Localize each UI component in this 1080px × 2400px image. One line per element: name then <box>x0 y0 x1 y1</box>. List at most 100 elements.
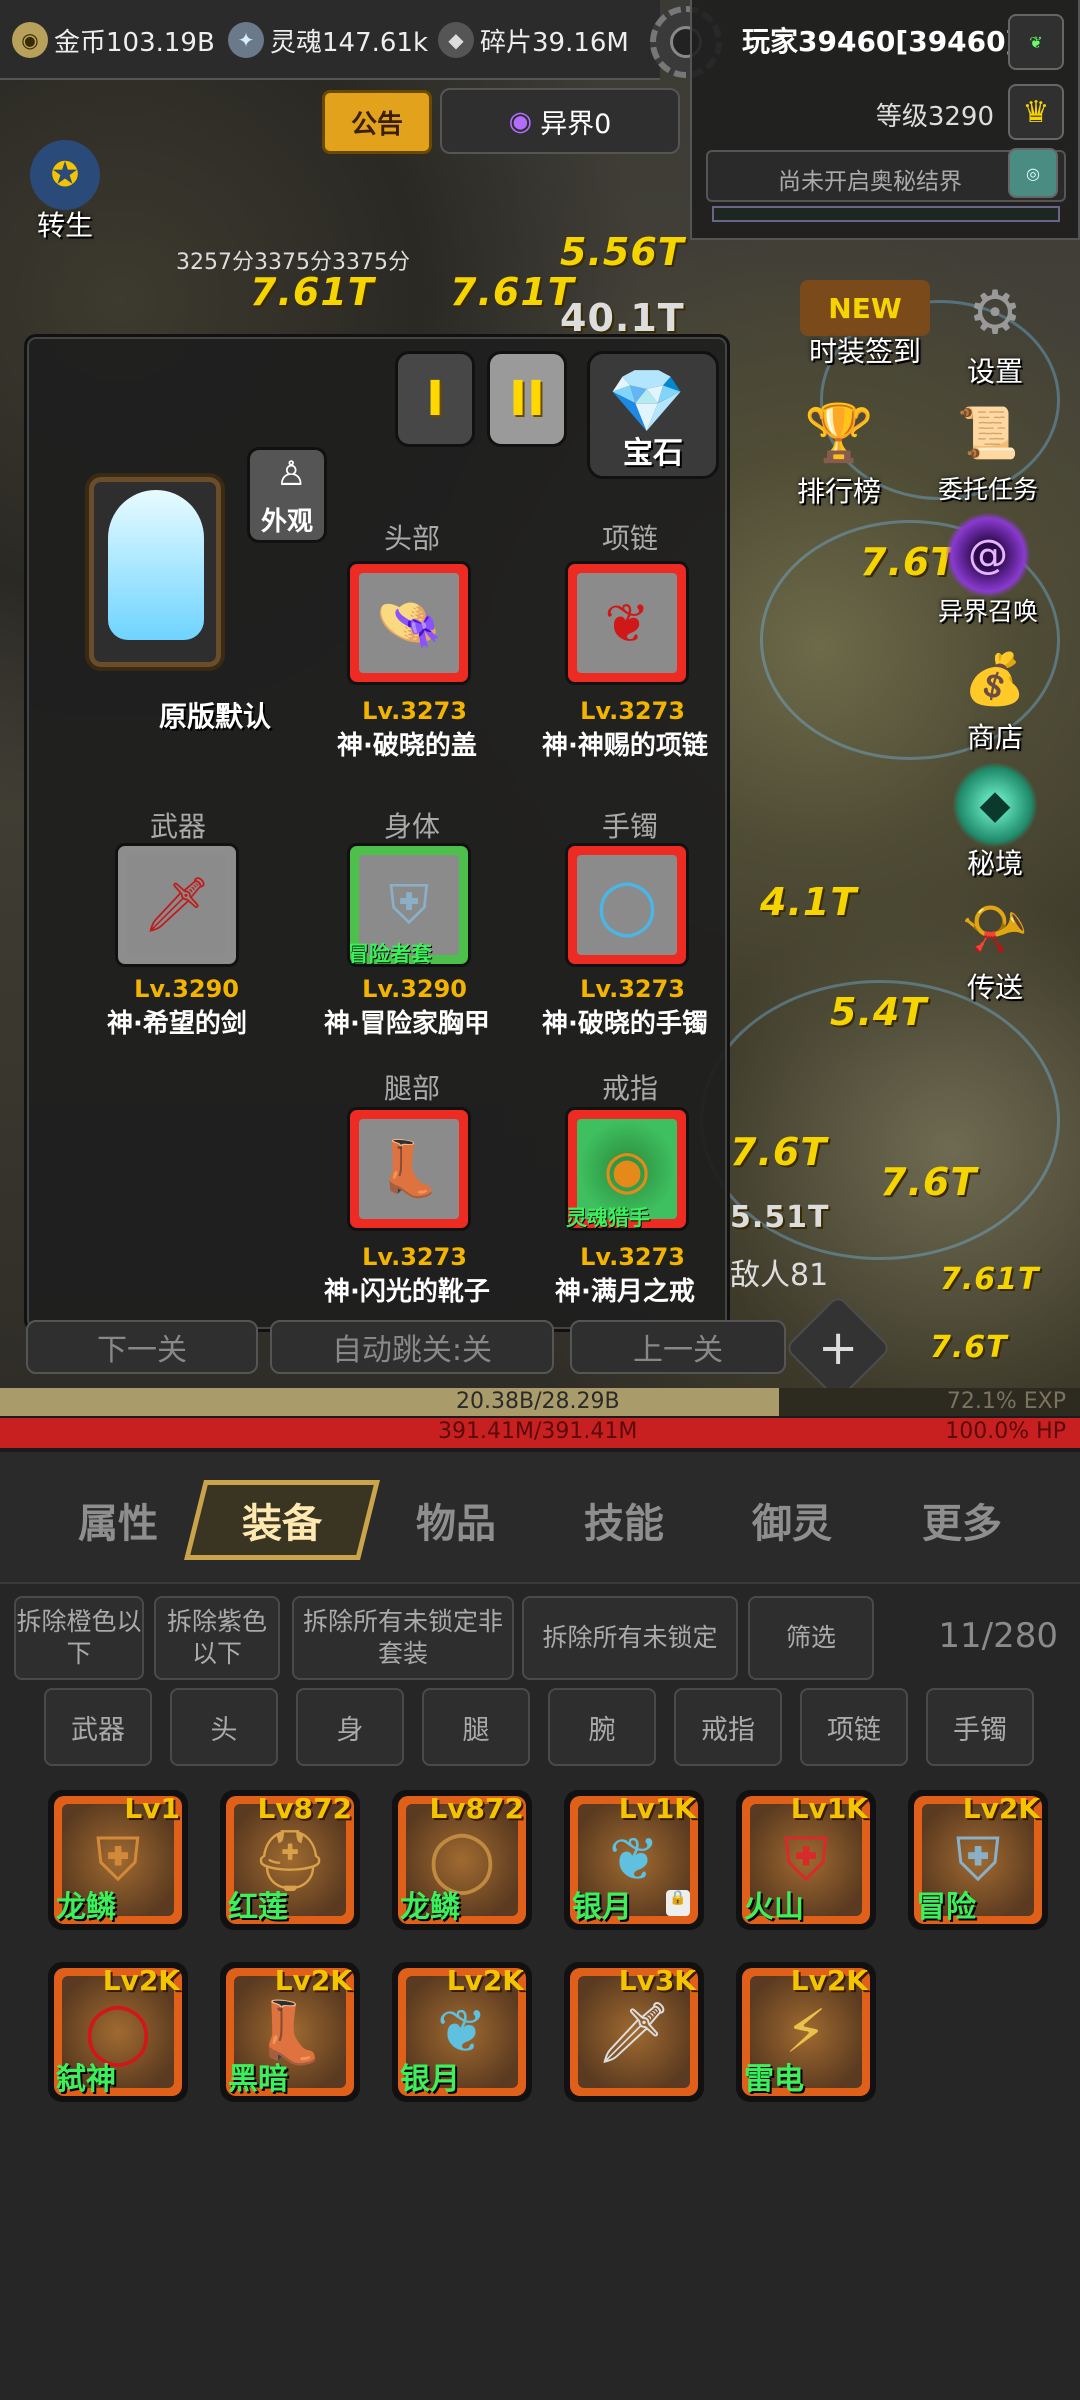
gem-label: 宝石 <box>623 436 683 471</box>
sword-icon: 🗡 <box>127 855 227 955</box>
side-menu-label: 商店 <box>966 721 1023 754</box>
item-name: 神·希望的剑 <box>107 1009 247 1039</box>
filter-bracelet[interactable]: 手镯 <box>926 1688 1034 1766</box>
score-text: 3257分3375分3375分 <box>176 250 410 275</box>
weapon-slot[interactable]: 🗡 <box>115 843 239 967</box>
filter-body[interactable]: 身 <box>296 1688 404 1766</box>
gold-value: 金币103.19B <box>54 27 215 58</box>
realm-progress-bar <box>712 206 1060 222</box>
crown-icon[interactable]: ♛ <box>1008 84 1064 140</box>
item-level: Lv.3290 <box>134 975 239 1003</box>
item-level: Lv1K <box>790 1792 868 1825</box>
item-set-name: 龙鳞 <box>400 1890 460 1925</box>
inventory-item[interactable]: ⛑ Lv872 红莲 <box>220 1790 360 1930</box>
slot-label-bracelet: 手镯 <box>601 810 658 843</box>
inventory-item[interactable]: ⛨ Lv2K 冒险 <box>908 1790 1048 1930</box>
set-tag: 灵魂猎手 <box>566 1206 650 1230</box>
coin-icon: ◉ <box>12 22 48 58</box>
side-menu-label: 异界召唤 <box>938 597 1039 626</box>
inventory-item[interactable]: ⛨ Lv1K 火山 <box>736 1790 876 1930</box>
main-tab-bar: 属性 装备 物品 技能 御灵 更多 <box>0 1452 1080 1582</box>
side-menu-label: 传送 <box>966 971 1023 1004</box>
next-stage-button[interactable]: 下一关 <box>26 1320 258 1374</box>
summon-button[interactable]: @ 异界召唤 <box>938 512 1038 628</box>
inventory-item[interactable]: 🗡 Lv3K <box>564 1962 704 2102</box>
set-tag: 冒险者套 <box>348 942 432 966</box>
filter-weapon[interactable]: 武器 <box>44 1688 152 1766</box>
skin-slot[interactable] <box>89 477 221 667</box>
inventory-item[interactable]: ⚡ Lv2K 雷电 <box>736 1962 876 2102</box>
page-1-tab[interactable]: I <box>395 351 475 447</box>
head-slot[interactable]: 👒 <box>347 561 471 685</box>
soul-value: 灵魂147.61k <box>270 27 429 58</box>
damage-number: 5.51T <box>730 1200 830 1235</box>
fashion-checkin-button[interactable]: NEW 时装签到 <box>800 280 930 370</box>
tab-more[interactable]: 更多 <box>882 1480 1042 1560</box>
inventory-item[interactable]: ❦ Lv1K 银月 🔒 <box>564 1790 704 1930</box>
gear-icon: ⚙ <box>968 278 1022 348</box>
page-2-tab[interactable]: II <box>487 351 567 447</box>
filter-wrist[interactable]: 腕 <box>548 1688 656 1766</box>
filter-necklace[interactable]: 项链 <box>800 1688 908 1766</box>
item-set-name: 银月 <box>572 1890 632 1925</box>
item-level: Lv2K <box>274 1964 352 1997</box>
slot-label-ring: 戒指 <box>601 1072 658 1105</box>
crystal-icon: ◆ <box>952 762 1038 848</box>
commission-button[interactable]: 📜 委托任务 <box>938 390 1038 506</box>
item-set-name: 黑暗 <box>228 2062 288 2097</box>
teleport-button[interactable]: 📯 传送 <box>952 886 1038 1006</box>
leaf-icon[interactable]: ❦ <box>1008 14 1064 70</box>
inventory-item[interactable]: ❦ Lv2K 银月 <box>392 1962 532 2102</box>
secret-realm-button[interactable]: ◆ 秘境 <box>952 762 1038 882</box>
auto-skip-button[interactable]: 自动跳关:关 <box>270 1320 554 1374</box>
settings-button[interactable]: ⚙ 设置 <box>952 270 1038 390</box>
item-level: Lv2K <box>446 1964 524 1997</box>
dismantle-unlocked-button[interactable]: 拆除所有未锁定 <box>522 1596 738 1680</box>
filter-ring[interactable]: 戒指 <box>674 1688 782 1766</box>
rebirth-button[interactable]: ✪ 转生 <box>30 140 100 244</box>
leaderboard-button[interactable]: 🏆 排行榜 <box>796 390 882 510</box>
legs-slot[interactable]: 👢 <box>347 1107 471 1231</box>
tab-items[interactable]: 物品 <box>376 1480 536 1560</box>
dismantle-orange-button[interactable]: 拆除橙色以下 <box>14 1596 144 1680</box>
boot-icon: 👢 <box>359 1119 459 1219</box>
ring-slot[interactable]: ◉ 灵魂猎手 <box>565 1107 689 1231</box>
appearance-button[interactable]: ♙ 外观 <box>247 447 327 543</box>
item-level: Lv3K <box>618 1964 696 1997</box>
slot-label-necklace: 项链 <box>601 522 658 555</box>
notice-button[interactable]: 公告 <box>322 90 432 154</box>
necklace-slot[interactable]: ❦ <box>565 561 689 685</box>
soul-counter: ✦ 灵魂147.61k <box>228 18 428 62</box>
inventory-item[interactable]: 👢 Lv2K 黑暗 <box>220 1962 360 2102</box>
item-level: Lv1K <box>618 1792 696 1825</box>
body-slot[interactable]: ⛨ 冒险者套 <box>347 843 471 967</box>
dismantle-purple-button[interactable]: 拆除紫色以下 <box>154 1596 280 1680</box>
filter-head[interactable]: 头 <box>170 1688 278 1766</box>
inventory-item[interactable]: ⛨ Lv1 龙鳞 <box>48 1790 188 1930</box>
inventory-item[interactable]: ◯ Lv2K 弑神 <box>48 1962 188 2102</box>
otherworld-button[interactable]: ◉ 异界0 <box>440 88 680 154</box>
soul-icon: ✦ <box>228 22 264 58</box>
item-level: Lv2K <box>790 1964 868 1997</box>
item-set-name: 冒险 <box>916 1890 976 1925</box>
prev-stage-button[interactable]: 上一关 <box>570 1320 786 1374</box>
item-level: Lv.3273 <box>580 1243 685 1271</box>
item-level: Lv.3273 <box>362 697 467 725</box>
item-level: Lv2K <box>962 1792 1040 1825</box>
side-menu-label: 委托任务 <box>938 475 1039 504</box>
filter-legs[interactable]: 腿 <box>422 1688 530 1766</box>
shop-button[interactable]: 💰 商店 <box>952 636 1038 756</box>
tab-equipment[interactable]: 装备 <box>184 1480 380 1560</box>
inventory-item[interactable]: ◯ Lv872 龙鳞 <box>392 1790 532 1930</box>
side-menu-label: 时装签到 <box>808 335 921 368</box>
dismantle-unlocked-nonset-button[interactable]: 拆除所有未锁定非套装 <box>292 1596 514 1680</box>
slot-label-legs: 腿部 <box>383 1072 440 1105</box>
tab-attributes[interactable]: 属性 <box>38 1480 198 1560</box>
bracelet-slot[interactable]: ◯ <box>565 843 689 967</box>
tab-skills[interactable]: 技能 <box>544 1480 704 1560</box>
tab-spirits[interactable]: 御灵 <box>712 1480 872 1560</box>
filter-button[interactable]: 筛选 <box>748 1596 874 1680</box>
realm-status[interactable]: 尚未开启奥秘结界 ◎ <box>706 148 1066 202</box>
gem-button[interactable]: 💎 宝石 <box>587 351 719 479</box>
item-set-name: 银月 <box>400 2062 460 2097</box>
